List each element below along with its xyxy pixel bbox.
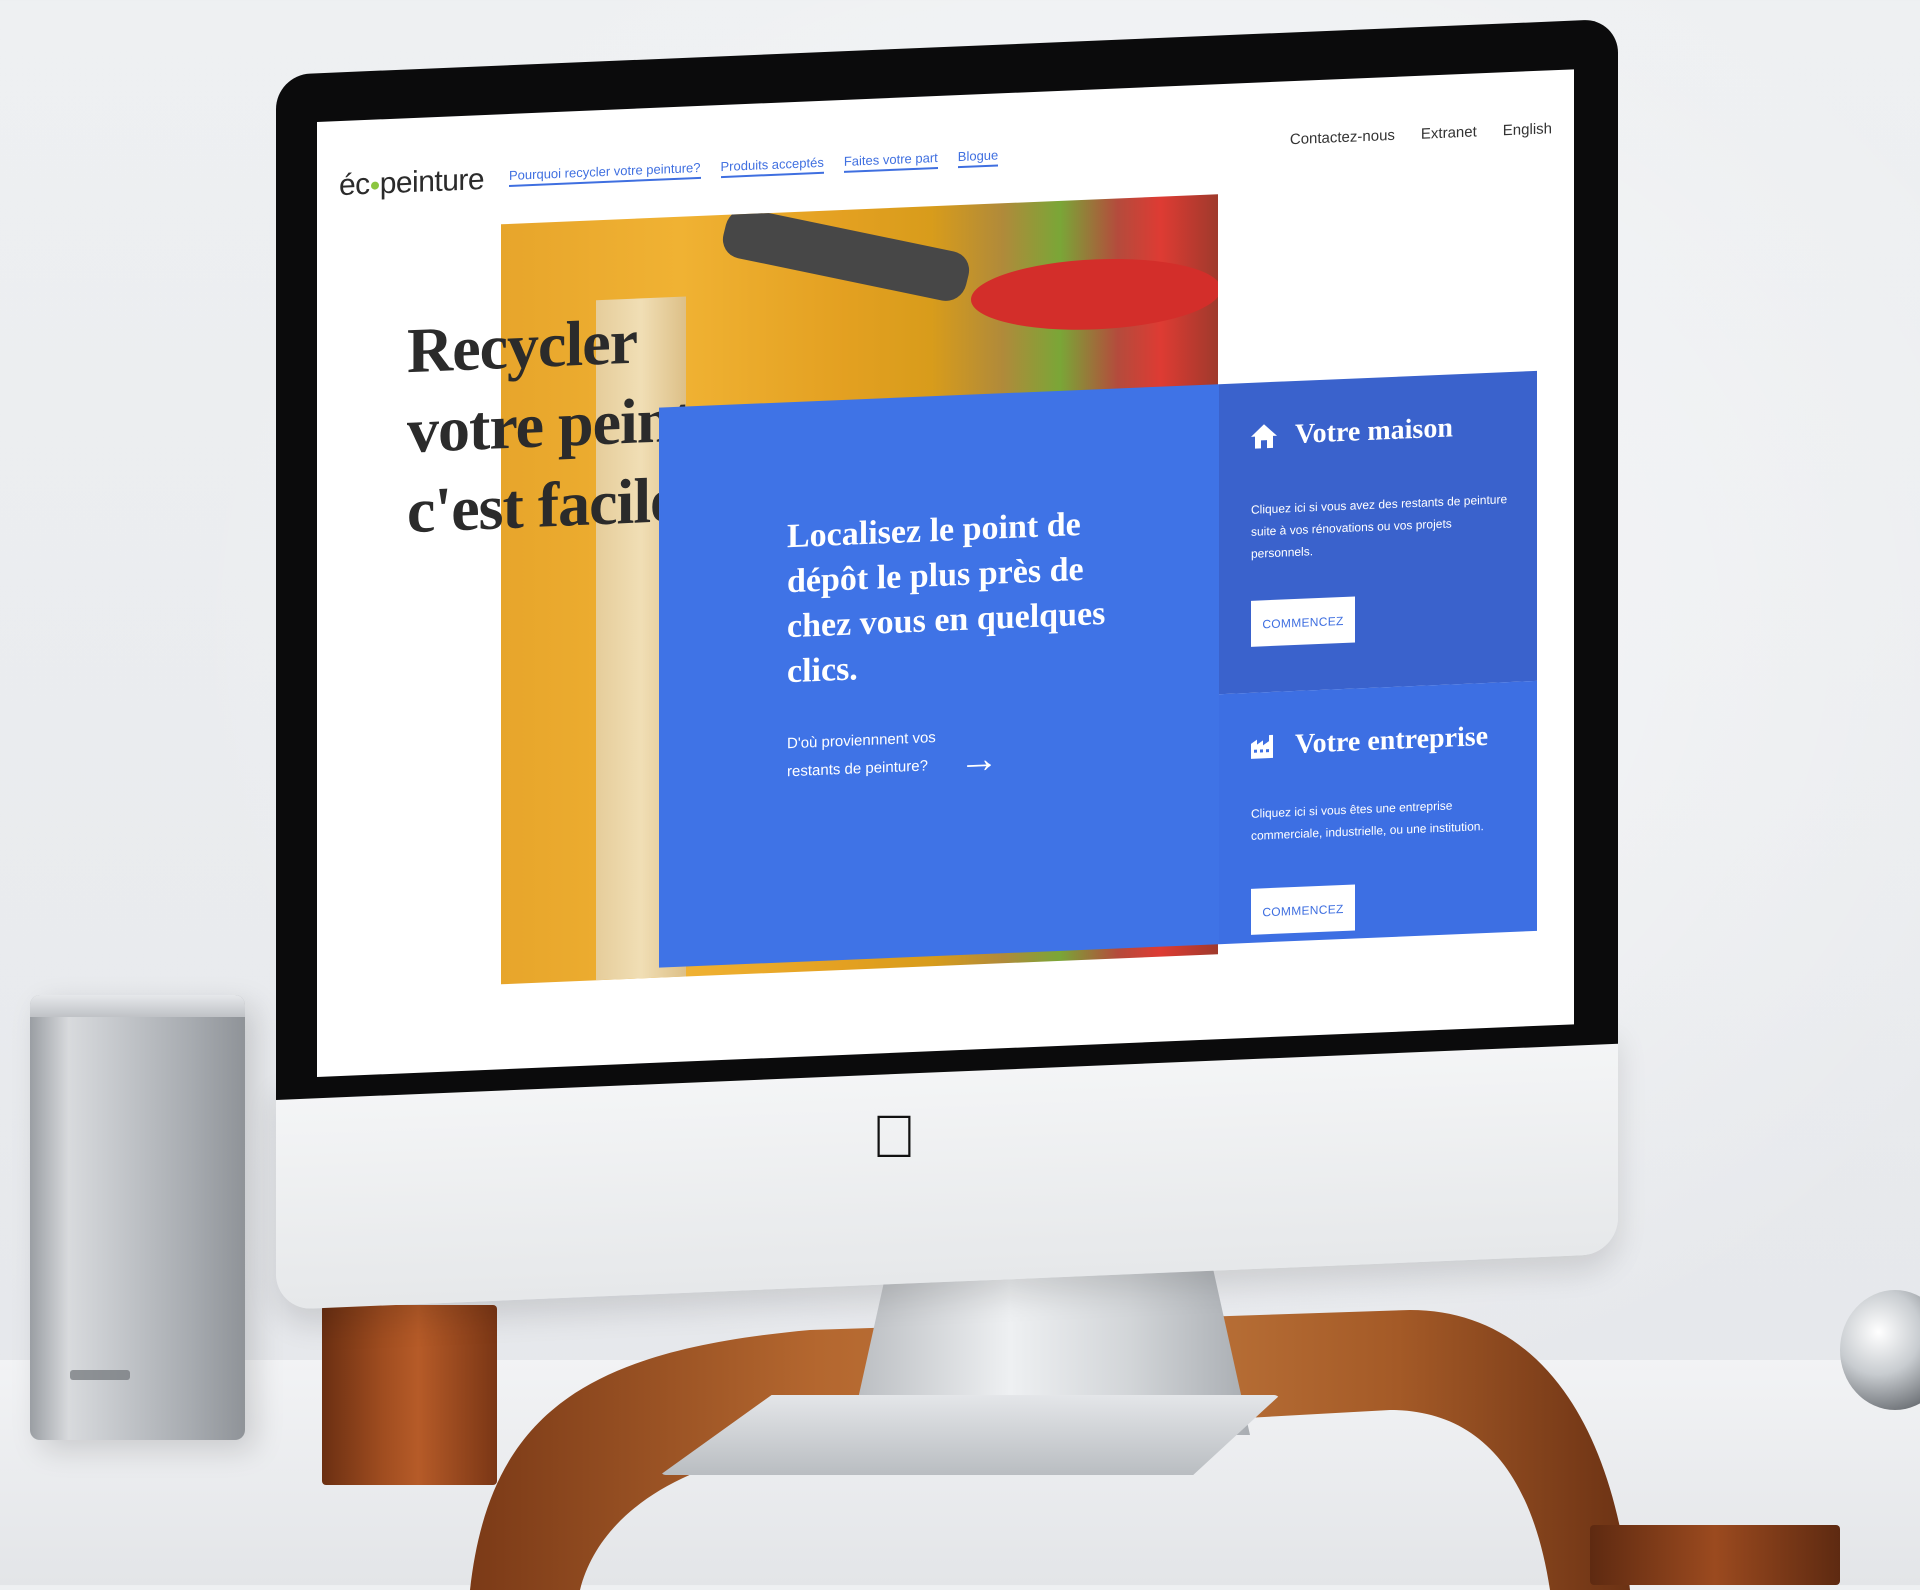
nav-link-faites[interactable]: Faites votre part bbox=[843, 149, 938, 173]
nav-link-extranet[interactable]: Extranet bbox=[1421, 123, 1477, 142]
wooden-holder bbox=[1590, 1525, 1840, 1585]
utility-navigation: Contactez-nous Extranet English bbox=[1290, 120, 1552, 148]
nav-link-produits[interactable]: Produits acceptés bbox=[720, 154, 824, 179]
nav-link-blogue[interactable]: Blogue bbox=[957, 147, 999, 169]
main-navigation: Pourquoi recycler votre peinture? Produi… bbox=[509, 147, 999, 187]
apple-logo-icon:  bbox=[868, 1105, 920, 1169]
logo-dot-icon bbox=[370, 181, 379, 190]
commencez-button-entreprise[interactable]: COMMENCEZ bbox=[1251, 884, 1355, 935]
card-header: Votre maison bbox=[1249, 412, 1453, 453]
card-description: Cliquez ici si vous êtes une entreprise … bbox=[1251, 798, 1484, 843]
card-votre-entreprise: Votre entreprise Cliquez ici si vous ête… bbox=[1219, 680, 1537, 945]
commencez-button-maison[interactable]: COMMENCEZ bbox=[1251, 596, 1355, 647]
paint-roller-shape bbox=[718, 205, 974, 305]
speaker bbox=[30, 995, 245, 1440]
monitor-screen: éc peinture Pourquoi recycler votre peint… bbox=[317, 69, 1574, 1077]
logo-text-right: peinture bbox=[379, 162, 485, 201]
card-title: Votre entreprise bbox=[1295, 720, 1489, 761]
locator-panel: Localisez le point de dépôt le plus près… bbox=[659, 384, 1219, 968]
card-votre-maison: Votre maison Cliquez ici si vous avez de… bbox=[1219, 370, 1537, 695]
factory-icon bbox=[1249, 731, 1279, 762]
card-description: Cliquez ici si vous avez des restants de… bbox=[1251, 492, 1508, 561]
nav-link-english[interactable]: English bbox=[1503, 120, 1552, 139]
house-icon bbox=[1249, 421, 1279, 452]
nav-link-pourquoi[interactable]: Pourquoi recycler votre peinture? bbox=[509, 159, 701, 187]
logo-text-left: éc bbox=[339, 167, 370, 203]
speaker-logo bbox=[70, 1370, 130, 1380]
locator-heading: Localisez le point de dépôt le plus près… bbox=[787, 505, 1106, 691]
locator-question-link[interactable]: D'où proviennnent vos restants de peintu… bbox=[787, 723, 957, 786]
card-header: Votre entreprise bbox=[1249, 721, 1488, 763]
speaker-top bbox=[30, 995, 245, 1017]
site-logo[interactable]: éc peinture bbox=[339, 163, 484, 203]
arrow-right-icon[interactable]: → bbox=[959, 736, 1003, 782]
nav-link-contact[interactable]: Contactez-nous bbox=[1290, 127, 1395, 148]
card-title: Votre maison bbox=[1295, 412, 1453, 451]
paint-can-rim-shape bbox=[971, 254, 1218, 335]
